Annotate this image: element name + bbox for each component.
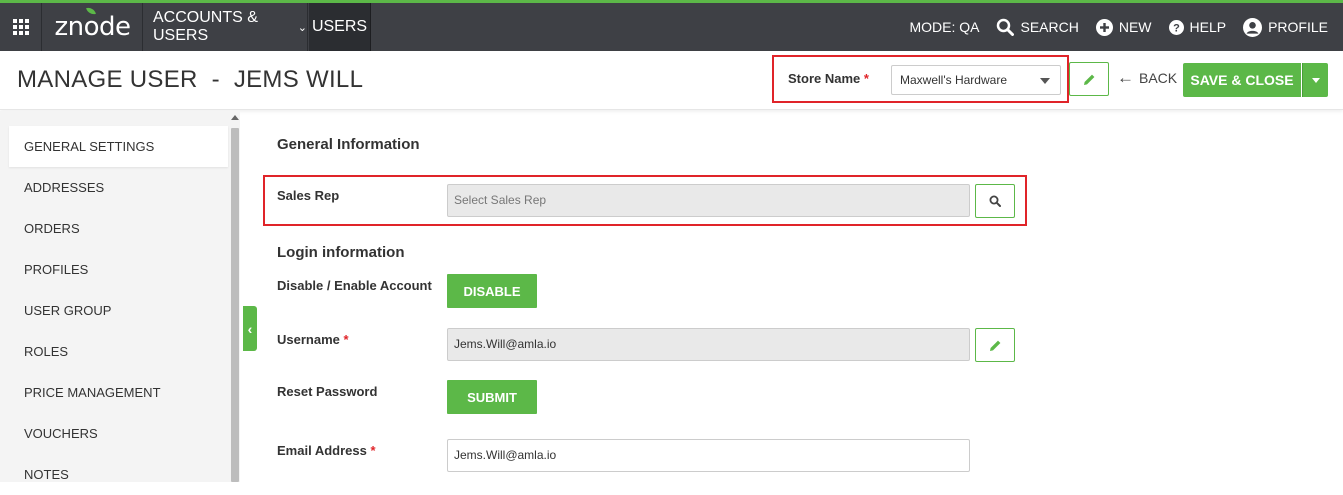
edit-username-button[interactable] [975,328,1015,362]
save-options-dropdown[interactable] [1302,63,1328,97]
search-icon [989,195,1001,207]
reset-password-label: Reset Password [277,384,378,399]
store-name-value: Maxwell's Hardware [900,73,1007,87]
new-button[interactable]: NEW [1095,18,1152,36]
required-asterisk: * [343,332,349,347]
reset-password-submit-button[interactable]: SUBMIT [447,380,537,414]
sidebar-scrollbar-thumb[interactable] [231,128,239,482]
username-label-text: Username [277,332,340,347]
store-name-label: Store Name * [788,71,869,86]
search-icon [997,18,1015,36]
sidebar-item-general-settings[interactable]: GENERAL SETTINGS [9,126,228,167]
sidebar-item-price-management[interactable]: PRICE MANAGEMENT [9,372,228,413]
username-input[interactable]: Jems.Will@amla.io [447,328,970,361]
sidebar-item-orders[interactable]: ORDERS [9,208,228,249]
plus-circle-icon [1095,18,1113,36]
right-nav: MODE: QA SEARCH NEW ? HELP PROFILE [909,3,1343,51]
help-circle-icon: ? [1168,19,1184,35]
mode-label: MODE: QA [909,19,980,35]
sales-rep-label: Sales Rep [277,188,340,203]
svg-text:?: ? [1173,22,1180,34]
required-asterisk: * [863,71,869,86]
sales-rep-search-button[interactable] [975,184,1015,218]
store-name-select[interactable]: Maxwell's Hardware [891,65,1061,95]
edit-store-button[interactable] [1069,62,1109,96]
user-circle-icon [1243,17,1263,37]
username-label: Username * [277,332,349,347]
required-asterisk: * [370,443,376,458]
disable-account-button[interactable]: DISABLE [447,274,537,308]
logo-text: zno de [54,6,131,42]
sidebar-item-notes[interactable]: NOTES [9,454,228,495]
profile-button[interactable]: PROFILE [1243,17,1328,37]
save-close-button[interactable]: SAVE & CLOSE [1183,63,1301,97]
pencil-icon [1083,74,1094,85]
profile-label: PROFILE [1268,19,1328,35]
store-name-text: Store Name [788,71,861,86]
mode-indicator[interactable]: MODE: QA [909,19,979,35]
chevron-left-icon: ‹ [247,320,253,337]
search-button[interactable]: SEARCH [996,18,1079,36]
email-address-label: Email Address * [277,443,376,458]
arrow-left-icon: ← [1117,68,1134,87]
page-header: MANAGE USER - JEMS WILL Store Name * Max… [0,51,1343,110]
users-label: USERS [311,18,368,35]
accounts-users-menu[interactable]: ACCOUNTS & USERS ⌄ [144,3,308,51]
page-title: MANAGE USER - JEMS WILL [17,66,364,93]
help-label: HELP [1189,19,1227,35]
help-button[interactable]: ? HELP [1168,19,1227,35]
sidebar-item-profiles[interactable]: PROFILES [9,249,228,290]
apps-grid-icon [12,19,29,35]
general-information-heading: General Information [277,136,420,153]
accounts-users-label: ACCOUNTS & USERS [153,9,258,44]
apps-grid-button[interactable] [0,3,42,51]
sidebar-item-user-group[interactable]: USER GROUP [9,290,228,331]
collapse-sidebar-button[interactable]: ‹ [243,306,257,351]
sidebar-item-roles[interactable]: ROLES [9,331,228,372]
email-address-input[interactable]: Jems.Will@amla.io [447,439,970,472]
top-navbar: zno de ACCOUNTS & USERS ⌄ USERS MODE: QA … [0,0,1343,51]
back-label: BACK [1139,70,1178,86]
back-button[interactable]: ← BACK [1117,68,1178,87]
email-label-text: Email Address [277,443,367,458]
users-menu[interactable]: USERS [309,3,371,51]
pencil-icon [989,340,1000,351]
login-information-heading: Login information [277,244,405,261]
disable-enable-label: Disable / Enable Account [277,278,432,293]
znode-logo[interactable]: zno de [43,3,143,51]
sidebar-item-addresses[interactable]: ADDRESSES [9,167,228,208]
dropdown-caret-icon [1040,78,1050,84]
search-label: SEARCH [1020,19,1079,35]
scroll-up-arrow-icon[interactable] [231,115,239,120]
store-name-highlight: Store Name * Maxwell's Hardware [772,55,1069,103]
sidebar-item-vouchers[interactable]: VOUCHERS [9,413,228,454]
sales-rep-input[interactable]: Select Sales Rep [447,184,970,217]
chevron-down-icon: ⌄ [297,21,307,34]
new-label: NEW [1118,19,1152,35]
